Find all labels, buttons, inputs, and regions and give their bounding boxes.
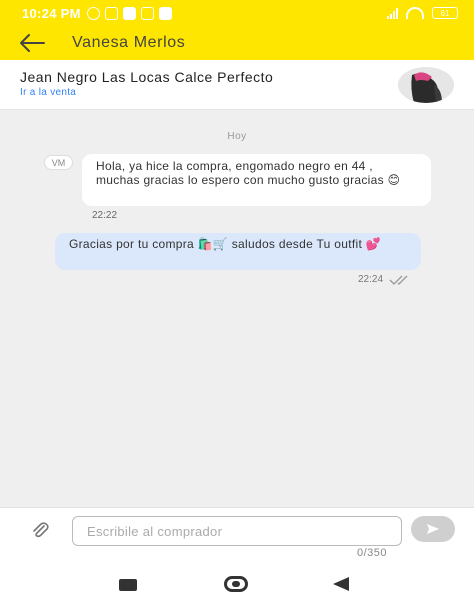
google-icon: [140, 6, 154, 20]
battery-icon: 61: [432, 7, 458, 19]
double-check-icon: [389, 275, 408, 285]
status-bar: 10:24 PM 61: [0, 0, 474, 26]
product-image: [398, 67, 454, 103]
character-counter: 0/350: [357, 547, 388, 559]
message-composer: 0/350: [0, 507, 474, 563]
app-bar: Vanesa Merlos: [0, 26, 474, 60]
product-title: Jean Negro Las Locas Calce Perfecto: [20, 69, 274, 85]
app-icon: [122, 6, 136, 20]
message-time: 22:24: [358, 274, 384, 285]
product-header: Jean Negro Las Locas Calce Perfecto Ir a…: [0, 60, 474, 110]
avatar: VM: [44, 155, 73, 170]
go-to-sale-link[interactable]: Ir a la venta: [20, 87, 76, 98]
home-button[interactable]: [224, 576, 248, 592]
alarm-icon: [86, 6, 100, 20]
message-input[interactable]: [72, 516, 402, 546]
system-back-button[interactable]: [333, 577, 349, 591]
incoming-message: Hola, ya hice la compra, engomado negro …: [82, 154, 431, 206]
notification-icons: [86, 6, 172, 20]
back-button[interactable]: [0, 26, 64, 60]
photos-icon: [158, 6, 172, 20]
day-separator: Hoy: [227, 131, 247, 142]
outgoing-message-meta: 22:24: [358, 274, 413, 285]
message-text: Hola, ya hice la compra, engomado negro …: [96, 159, 401, 187]
arrow-left-icon: [20, 34, 45, 52]
send-button[interactable]: [411, 516, 455, 542]
signal-icon: [387, 7, 398, 19]
product-thumbnail[interactable]: [398, 67, 454, 103]
attach-icon[interactable]: [30, 520, 50, 540]
send-icon: [427, 524, 439, 534]
system-nav-bar: [0, 563, 474, 601]
wifi-icon: [406, 7, 424, 19]
message-time: 22:22: [92, 210, 118, 221]
notification-icon: [104, 6, 118, 20]
recent-apps-button[interactable]: [119, 579, 137, 591]
outgoing-message: Gracias por tu compra 🛍️🛒 saludos desde …: [55, 233, 421, 270]
contact-name: Vanesa Merlos: [72, 34, 186, 51]
message-text: Gracias por tu compra 🛍️🛒 saludos desde …: [69, 237, 381, 251]
status-time: 10:24 PM: [22, 5, 81, 21]
chat-area[interactable]: Hoy VM Hola, ya hice la compra, engomado…: [0, 110, 474, 507]
